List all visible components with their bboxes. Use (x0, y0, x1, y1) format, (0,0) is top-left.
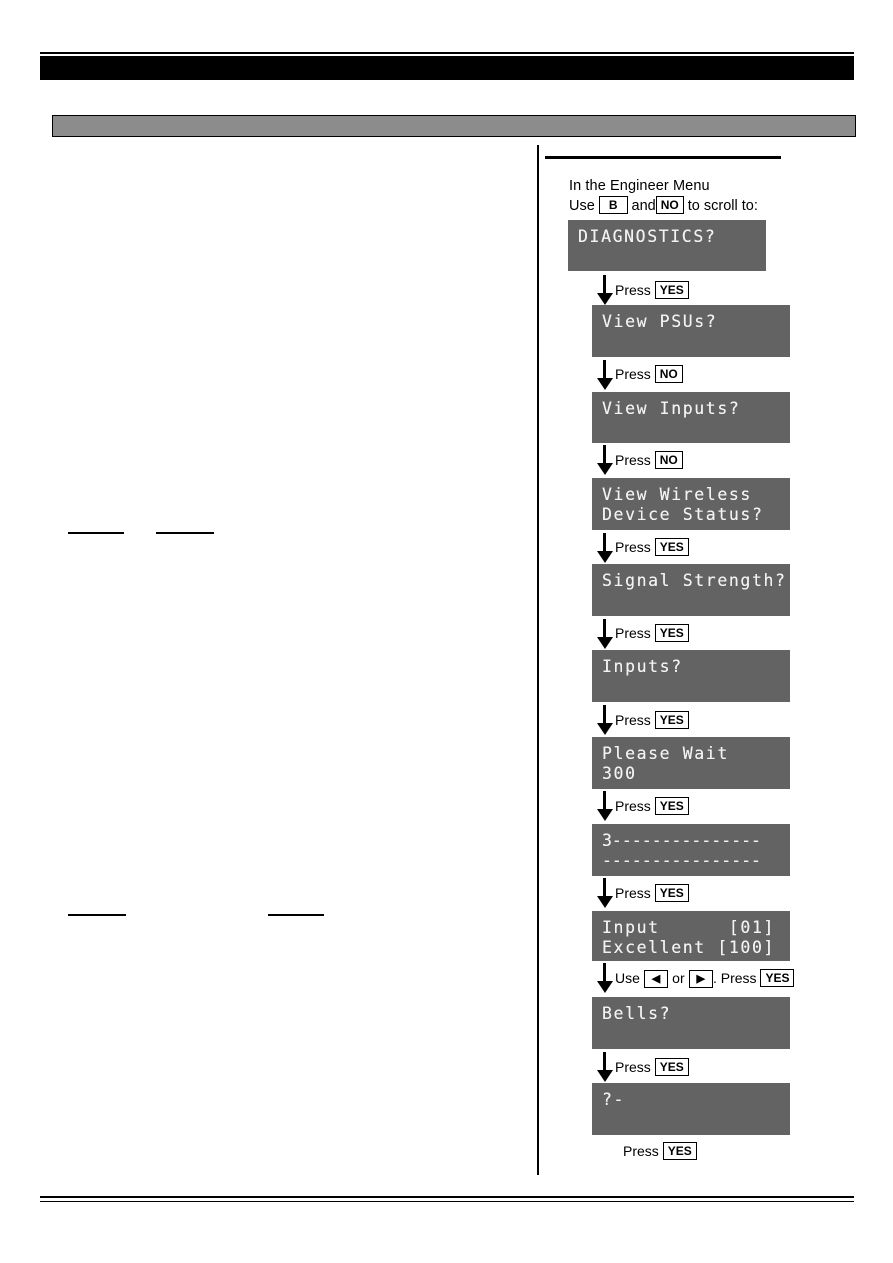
intro-use-label: Use (569, 198, 595, 214)
caption-press-yes-1: Press YES (615, 281, 689, 299)
key-yes[interactable]: YES (662, 1142, 697, 1160)
header-title-bar (40, 56, 854, 80)
lcd-line-1: DIAGNOSTICS? (578, 227, 717, 246)
header-top-rule (40, 52, 854, 54)
caption-press-label: Press (615, 282, 651, 298)
lcd-view-inputs: View Inputs? (592, 392, 790, 443)
caption-press-label: Press (615, 798, 651, 814)
flow-intro-line1: In the Engineer Menu (569, 178, 710, 194)
section-heading-bar (52, 115, 856, 137)
flow-intro: In the Engineer Menu Use B and NO to scro… (569, 177, 879, 215)
flow-arrow (597, 445, 613, 475)
caption-press-label: Press (615, 539, 651, 555)
flow-arrow (597, 705, 613, 735)
lcd-line-2: Device Status? (602, 505, 764, 524)
lcd-signal-strength: Signal Strength? (592, 564, 790, 616)
caption-or-label: or (672, 970, 685, 986)
lcd-line-1: Input [01] (602, 918, 776, 937)
caption-press-yes-7: Press YES (615, 1058, 689, 1076)
lcd-line-1: ?- (602, 1090, 626, 1109)
key-yes[interactable]: YES (760, 969, 795, 987)
left-text-column (52, 150, 522, 1170)
lcd-line-2: Excellent [100] (602, 938, 776, 957)
lcd-bells: Bells? (592, 997, 790, 1049)
key-yes[interactable]: YES (654, 281, 689, 299)
key-yes[interactable]: YES (654, 711, 689, 729)
caption-press-yes-5: Press YES (615, 797, 689, 815)
footer-rule-bottom (40, 1201, 854, 1202)
lcd-line-1: View PSUs? (602, 312, 718, 331)
caption-press-yes-3: Press YES (615, 624, 689, 642)
key-no[interactable]: NO (654, 365, 683, 383)
flow-arrow (597, 533, 613, 563)
caption-press-yes-8: Press YES (623, 1142, 697, 1160)
key-left-arrow[interactable]: ◀ (643, 970, 669, 988)
caption-press-label: Press (615, 452, 651, 468)
lcd-view-psus: View PSUs? (592, 305, 790, 357)
procedure-flowchart: In the Engineer Menu Use B and NO to scro… (537, 145, 893, 1180)
caption-press-label: Press (615, 885, 651, 901)
flow-arrow (597, 878, 613, 908)
lcd-line-1: Please Wait (602, 744, 729, 763)
lcd-line-1: View Inputs? (602, 399, 741, 418)
caption-press-label: Press (615, 712, 651, 728)
flow-top-rule (545, 156, 781, 159)
key-b[interactable]: B (598, 196, 628, 214)
key-right-arrow[interactable]: ▶ (688, 970, 713, 988)
key-yes[interactable]: YES (654, 1058, 689, 1076)
lcd-line-1: Inputs? (602, 657, 683, 676)
key-no[interactable]: NO (654, 451, 683, 469)
intro-scroll-label: to scroll to: (687, 198, 758, 214)
document-page: In the Engineer Menu Use B and NO to scro… (0, 0, 893, 1263)
flow-arrow (597, 619, 613, 649)
lcd-line-1: Bells? (602, 1004, 672, 1023)
lcd-input-excellent: Input [01] Excellent [100] (592, 911, 790, 961)
intro-and-label: and (631, 198, 656, 214)
lcd-diagnostics: DIAGNOSTICS? (568, 220, 766, 271)
lcd-line-2: 300 (602, 764, 637, 783)
caption-press-no-2: Press NO (615, 451, 683, 469)
caption-press-label: Press (615, 1059, 651, 1075)
redacted-underline (156, 532, 214, 534)
lcd-signal-bargraph: 3--------------- ---------------- (592, 824, 790, 876)
key-yes[interactable]: YES (654, 797, 689, 815)
lcd-line-1: View Wireless (602, 485, 752, 504)
key-yes[interactable]: YES (654, 884, 689, 902)
lcd-please-wait: Please Wait 300 (592, 737, 790, 789)
caption-press-yes-2: Press YES (615, 538, 689, 556)
caption-press-label: Press (615, 366, 651, 382)
lcd-question-dash: ?- (592, 1083, 790, 1135)
lcd-line-1: Signal Strength? (602, 571, 787, 590)
lcd-inputs: Inputs? (592, 650, 790, 702)
flow-arrow (597, 360, 613, 390)
caption-press-no-1: Press NO (615, 365, 683, 383)
caption-use-arrows-press-yes: Use ◀ or ▶. Press YES (615, 969, 795, 988)
key-yes[interactable]: YES (654, 538, 689, 556)
flow-arrow (597, 791, 613, 821)
lcd-line-2: ---------------- (602, 851, 761, 870)
flow-arrow (597, 275, 613, 305)
flow-arrow (597, 1052, 613, 1082)
flow-intro-line2: Use B and NO to scroll to: (569, 196, 879, 215)
caption-press-label: . Press (712, 970, 757, 986)
redacted-underline (68, 914, 126, 916)
lcd-line-1: 3--------------- (602, 831, 761, 850)
footer-rule-top (40, 1196, 854, 1198)
redacted-underline (268, 914, 324, 916)
key-yes[interactable]: YES (654, 624, 689, 642)
caption-press-label: Press (615, 625, 651, 641)
lcd-view-wireless-device-status: View Wireless Device Status? (592, 478, 790, 530)
caption-use-label: Use (615, 970, 640, 986)
redacted-underline (68, 532, 124, 534)
caption-press-yes-4: Press YES (615, 711, 689, 729)
caption-press-yes-6: Press YES (615, 884, 689, 902)
flow-arrow (597, 963, 613, 993)
caption-press-label: Press (623, 1143, 659, 1159)
key-no[interactable]: NO (655, 196, 684, 214)
